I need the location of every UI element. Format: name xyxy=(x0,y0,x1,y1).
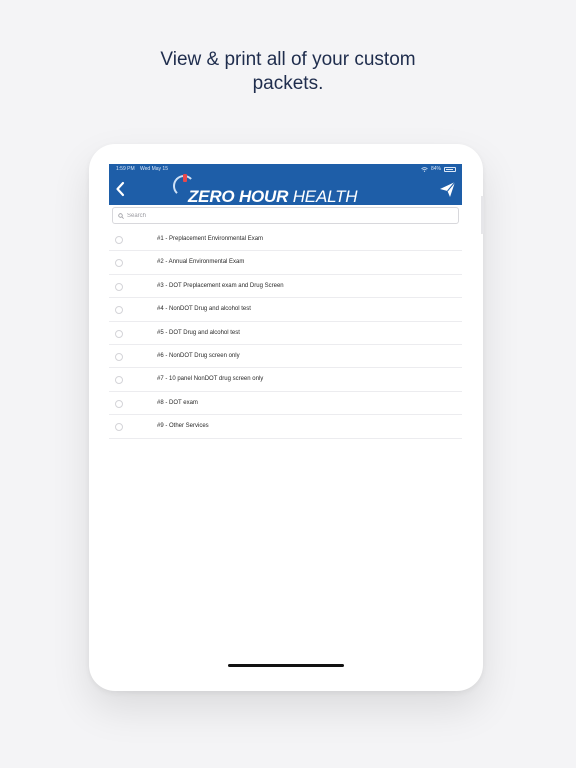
radio-circle-icon[interactable] xyxy=(115,259,123,268)
device-side-button xyxy=(481,196,484,234)
list-item[interactable]: #4 - NonDOT Drug and alcohol test xyxy=(109,298,462,322)
list-item-label: #8 - DOT exam xyxy=(157,399,198,406)
logo-clock-hand xyxy=(183,174,187,182)
list-item-label: #5 - DOT Drug and alcohol test xyxy=(157,329,240,336)
radio-circle-icon[interactable] xyxy=(115,376,123,385)
logo-bold-text: ZERO HOUR xyxy=(188,187,289,206)
home-indicator[interactable] xyxy=(228,664,344,667)
logo-light-text: HEALTH xyxy=(292,187,358,206)
list-item-label: #7 - 10 panel NonDOT drug screen only xyxy=(157,376,264,383)
navigation-bar: 1:59 PM Wed May 15 84% ZERO HOUR HEALTH xyxy=(109,164,462,207)
list-item[interactable]: #9 - Other Services xyxy=(109,415,462,439)
marketing-headline: View & print all of your custom packets. xyxy=(0,48,576,96)
list-item[interactable]: #2 - Annual Environmental Exam xyxy=(109,251,462,275)
battery-percent: 84% xyxy=(430,166,441,172)
list-item[interactable]: #8 - DOT exam xyxy=(109,392,462,416)
status-indicators: 84% xyxy=(421,164,456,174)
zero-hour-health-logo: ZERO HOUR HEALTH xyxy=(173,172,403,207)
battery-icon xyxy=(444,166,456,172)
paper-plane-icon xyxy=(440,181,456,197)
search-icon xyxy=(118,212,124,219)
list-item-label: #2 - Annual Environmental Exam xyxy=(157,259,245,266)
list-item[interactable]: #3 - DOT Preplacement exam and Drug Scre… xyxy=(109,275,462,299)
status-date: Wed May 15 xyxy=(140,166,168,172)
list-item[interactable]: #5 - DOT Drug and alcohol test xyxy=(109,322,462,345)
send-button[interactable] xyxy=(439,181,456,198)
headline-line-1: View & print all of your custom xyxy=(160,49,416,70)
logo-wordmark: ZERO HOUR HEALTH xyxy=(188,187,358,207)
radio-circle-icon[interactable] xyxy=(115,352,123,361)
radio-circle-icon[interactable] xyxy=(115,329,123,338)
list-item-label: #9 - Other Services xyxy=(157,423,209,430)
status-time: 1:59 PM xyxy=(116,166,135,172)
radio-circle-icon[interactable] xyxy=(115,423,123,432)
radio-circle-icon[interactable] xyxy=(115,236,123,244)
list-item-label: #1 - Preplacement Environmental Exam xyxy=(157,236,264,242)
back-button[interactable] xyxy=(114,180,128,198)
packet-list: #1 - Preplacement Environmental Exam #2 … xyxy=(109,228,462,439)
radio-circle-icon[interactable] xyxy=(115,282,123,291)
search-input[interactable] xyxy=(127,212,447,219)
search-bar[interactable] xyxy=(112,207,459,224)
list-item-label: #4 - NonDOT Drug and alcohol test xyxy=(157,306,251,313)
radio-circle-icon[interactable] xyxy=(115,399,123,408)
chevron-left-icon xyxy=(116,181,125,197)
list-item-label: #3 - DOT Preplacement exam and Drug Scre… xyxy=(157,282,284,289)
list-item-label: #6 - NonDOT Drug screen only xyxy=(157,352,240,359)
headline-line-2: packets. xyxy=(252,73,324,94)
app-screen: 1:59 PM Wed May 15 84% ZERO HOUR HEALTH xyxy=(109,164,462,670)
list-item[interactable]: #1 - Preplacement Environmental Exam xyxy=(109,228,462,252)
radio-circle-icon[interactable] xyxy=(115,306,123,315)
wifi-icon xyxy=(421,166,428,172)
list-item[interactable]: #7 - 10 panel NonDOT drug screen only xyxy=(109,368,462,392)
list-item[interactable]: #6 - NonDOT Drug screen only xyxy=(109,345,462,369)
